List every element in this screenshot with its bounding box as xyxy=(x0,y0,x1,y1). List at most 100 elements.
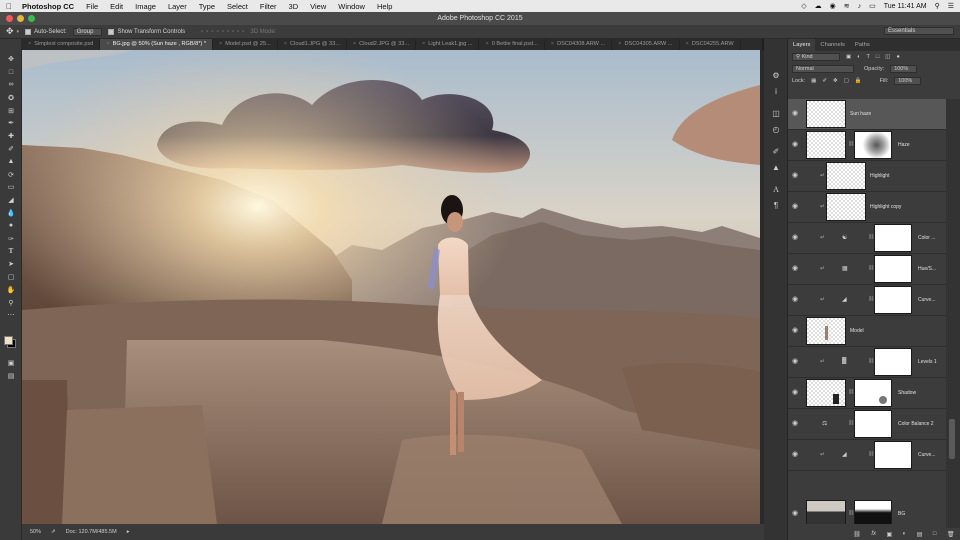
layer-highlight-copy[interactable]: ◉ ↵ Highlight copy xyxy=(788,192,946,223)
new-group-icon[interactable]: ▤ xyxy=(917,531,923,538)
blur-tool-icon[interactable]: 💧 xyxy=(0,207,22,220)
filter-toggle-icon[interactable]: ● xyxy=(896,54,899,60)
tab-model-psd[interactable]: × Model.psd @ 25... xyxy=(213,39,278,50)
info-icon[interactable]: i xyxy=(764,83,788,99)
visibility-eye-icon[interactable]: ◉ xyxy=(792,265,800,273)
visibility-eye-icon[interactable]: ◉ xyxy=(792,203,800,211)
layer-mask-thumbnail[interactable] xyxy=(854,379,892,407)
menu-view[interactable]: View xyxy=(310,2,326,11)
menu-select[interactable]: Select xyxy=(227,2,248,11)
screen-mode-icon[interactable]: ▤ xyxy=(0,370,22,383)
show-transform-checkbox[interactable] xyxy=(108,28,115,35)
align-center-icon[interactable]: ▫ xyxy=(222,29,224,35)
tab-layers[interactable]: Layers xyxy=(788,39,816,51)
menu-type[interactable]: Type xyxy=(199,2,215,11)
menu-help[interactable]: Help xyxy=(377,2,392,11)
tab-dsc04255[interactable]: × DSC04255.ARW xyxy=(680,39,741,50)
tab-light-leak[interactable]: × Light Leak1.jpg ... xyxy=(416,39,480,50)
layer-mask-thumbnail[interactable] xyxy=(874,224,912,252)
wifi-icon[interactable]: ≋ xyxy=(844,2,850,10)
zoom-tool-icon[interactable]: ⚲ xyxy=(0,296,22,309)
new-adjustment-layer-icon[interactable]: ◐ xyxy=(903,531,907,537)
layers-scrollbar-thumb[interactable] xyxy=(949,419,955,459)
menu-filter[interactable]: Filter xyxy=(260,2,277,11)
distribute-icon[interactable]: ▫ xyxy=(232,29,234,35)
align-right-icon[interactable]: ▫ xyxy=(227,29,229,35)
document-canvas[interactable] xyxy=(22,50,760,524)
path-selection-tool-icon[interactable]: ➤ xyxy=(0,258,22,271)
layer-curves[interactable]: ◉ ↵ ◢ ⛓ Curve... xyxy=(788,285,946,316)
layer-mask-thumbnail[interactable] xyxy=(874,441,912,469)
battery-icon[interactable]: ▭ xyxy=(869,2,876,10)
align-bottom-icon[interactable]: ▫ xyxy=(211,29,213,35)
tab-channels[interactable]: Channels xyxy=(815,39,850,51)
apple-icon[interactable]:  xyxy=(6,2,14,11)
auto-select-checkbox[interactable] xyxy=(25,28,32,35)
notification-center-icon[interactable]: ☰ xyxy=(948,2,954,10)
tab-dsc04305[interactable]: × DSC04305.ARW ... xyxy=(612,39,680,50)
menu-file[interactable]: File xyxy=(86,2,98,11)
blend-mode-dropdown[interactable]: Normal xyxy=(792,65,854,73)
distribute-h-icon[interactable]: ▫ xyxy=(237,29,239,35)
layer-name[interactable]: Sun haze xyxy=(850,111,871,117)
tab-bg-jpg[interactable]: × BG.jpg @ 50% (Sun haze , RGB/8*) * xyxy=(100,39,213,50)
eyedropper-tool-icon[interactable]: ✒ xyxy=(0,117,22,130)
move-tool-preset-icon[interactable]: ✥ xyxy=(6,26,14,37)
clock[interactable]: Tue 11:41 AM xyxy=(884,3,927,10)
layer-mask-thumbnail[interactable] xyxy=(874,286,912,314)
status-menu-icon[interactable]: ▸ xyxy=(127,529,130,535)
lock-artboard-icon[interactable]: ▢ xyxy=(844,78,849,84)
layer-name[interactable]: Curve... xyxy=(918,297,936,303)
visibility-eye-icon[interactable]: ◉ xyxy=(792,420,800,428)
minimize-window-button[interactable] xyxy=(17,15,24,22)
menu-image[interactable]: Image xyxy=(135,2,156,11)
close-window-button[interactable] xyxy=(6,15,13,22)
align-middle-icon[interactable]: ▫ xyxy=(206,29,208,35)
layer-style-icon[interactable]: fx xyxy=(871,531,876,537)
clone-stamp-tool-icon[interactable]: ▲ xyxy=(0,155,22,168)
clone-source-icon[interactable]: ▲ xyxy=(764,159,788,175)
quick-select-tool-icon[interactable]: ✪ xyxy=(0,91,22,104)
history-icon[interactable]: ◴ xyxy=(764,121,788,137)
volume-icon[interactable]: ♪ xyxy=(858,3,862,10)
spotlight-search-icon[interactable]: ⚲ xyxy=(935,2,940,10)
layer-color-balance-2[interactable]: ◉ ⚖ ⛓ Color Balance 2 xyxy=(788,409,946,440)
rectangle-tool-icon[interactable]: ▢ xyxy=(0,271,22,284)
layer-mask-thumbnail[interactable] xyxy=(854,500,892,524)
menu-layer[interactable]: Layer xyxy=(168,2,187,11)
layer-name[interactable]: Levels 1 xyxy=(918,359,937,365)
menu-app[interactable]: Photoshop CC xyxy=(22,2,74,11)
properties-icon[interactable]: ◫ xyxy=(764,105,788,121)
layer-shadow[interactable]: ◉ ⛓ Shadow xyxy=(788,378,946,409)
creative-cloud-icon[interactable]: ◉ xyxy=(830,2,836,10)
visibility-eye-icon[interactable]: ◉ xyxy=(792,172,800,180)
close-tab-icon[interactable]: × xyxy=(28,41,31,47)
delete-layer-icon[interactable]: 🗑 xyxy=(947,531,955,538)
tab-simplest-composite[interactable]: × Simplest composite.psd xyxy=(22,39,101,50)
link-layers-icon[interactable]: ⛓ xyxy=(853,531,861,538)
layer-name[interactable]: Hue/S... xyxy=(918,266,936,272)
layer-mask-thumbnail[interactable] xyxy=(854,131,892,159)
filter-adjustment-icon[interactable]: ◐ xyxy=(857,54,860,60)
brush-tool-icon[interactable]: ✐ xyxy=(0,143,22,156)
opacity-field[interactable]: 100% xyxy=(890,65,918,73)
visibility-eye-icon[interactable]: ◉ xyxy=(792,389,800,397)
fill-field[interactable]: 100% xyxy=(894,77,922,85)
visibility-eye-icon[interactable]: ◉ xyxy=(792,510,800,518)
visibility-eye-icon[interactable]: ◉ xyxy=(792,327,800,335)
layers-scrollbar[interactable] xyxy=(946,99,960,540)
layer-highlight[interactable]: ◉ ↵ Highlight xyxy=(788,161,946,192)
brush-settings-icon[interactable]: ✐ xyxy=(764,143,788,159)
lock-transparency-icon[interactable]: ▦ xyxy=(811,78,816,84)
menu-edit[interactable]: Edit xyxy=(110,2,123,11)
menu-3d[interactable]: 3D xyxy=(289,2,299,11)
auto-select-dropdown[interactable]: Group xyxy=(72,27,103,36)
marquee-tool-icon[interactable]: □ xyxy=(0,66,22,79)
workspace-dropdown[interactable]: Essentials xyxy=(884,27,954,35)
visibility-eye-icon[interactable]: ◉ xyxy=(792,451,800,459)
layer-color-lookup[interactable]: ◉ ↵ ☯ ⛓ Color ... xyxy=(788,223,946,254)
tab-dsc04308[interactable]: × DSC04308.ARW ... xyxy=(545,39,613,50)
foreground-color-swatch[interactable] xyxy=(4,336,13,345)
adjustments-icon[interactable]: ⚙ xyxy=(764,67,788,83)
layer-name[interactable]: Color Balance 2 xyxy=(898,421,934,427)
